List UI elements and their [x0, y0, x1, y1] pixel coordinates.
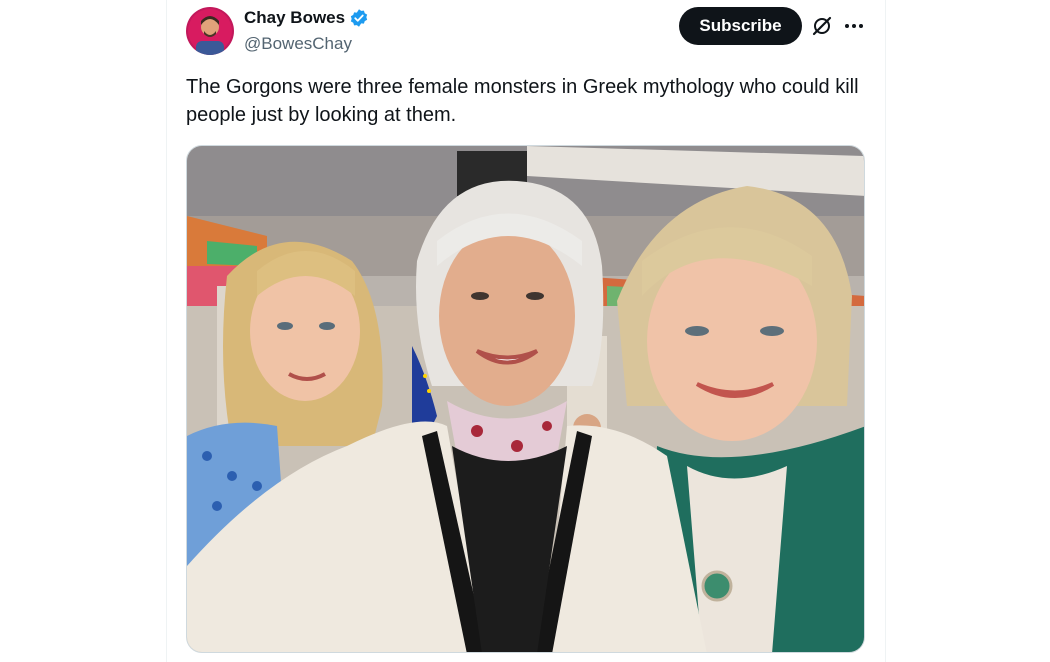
author-handle[interactable]: @BowesChay [244, 34, 352, 54]
selfie-photo [187, 146, 864, 652]
author-display-name[interactable]: Chay Bowes [244, 8, 345, 28]
verified-badge-icon [349, 8, 369, 28]
tweet-photo[interactable] [186, 145, 865, 653]
grok-icon[interactable] [810, 14, 834, 38]
avatar[interactable] [186, 7, 234, 55]
tweet-card: Chay Bowes @BowesChay Subscribe The Gorg… [166, 0, 886, 662]
author-name-row: Chay Bowes [244, 8, 369, 28]
subscribe-button[interactable]: Subscribe [679, 7, 802, 45]
more-options-icon[interactable] [842, 14, 866, 38]
tweet-text: The Gorgons were three female monsters i… [186, 76, 859, 126]
avatar-image [186, 7, 234, 55]
